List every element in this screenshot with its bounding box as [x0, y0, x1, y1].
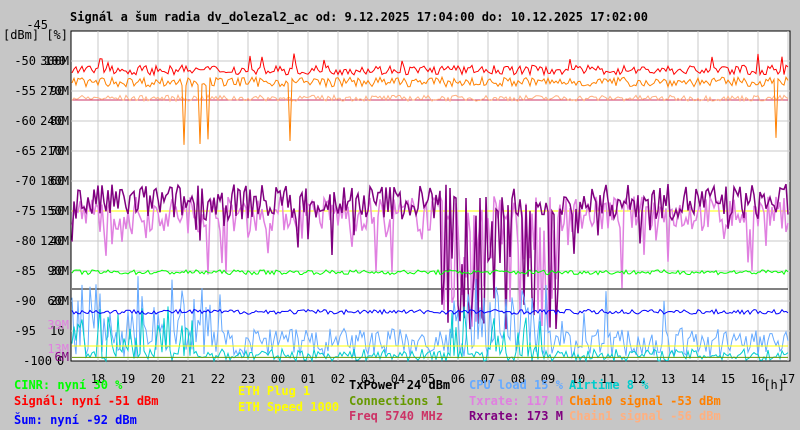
y-tick-rate: 270M — [40, 84, 69, 98]
x-tick-label: 22 — [211, 372, 225, 386]
legend-item: Txrate: 117 M — [469, 394, 563, 408]
x-tick-label: 20 — [151, 372, 165, 386]
legend-item: Šum: nyní -92 dBm — [14, 413, 137, 427]
legend-item: Airtime 8 % — [569, 378, 649, 392]
legend-item: TxPower 24 dBm — [349, 378, 451, 392]
y-tick-dbm: -65 — [14, 144, 36, 158]
legend-item: CINR: nyní 30 % — [14, 378, 123, 392]
y-tick-dbm: -55 — [14, 84, 36, 98]
y-tick-dbm: -70 — [14, 174, 36, 188]
legend-item: Rxrate: 173 M — [469, 409, 563, 423]
y-tick-rate: 180M — [40, 174, 69, 188]
y-tick-rate: 150M — [40, 204, 69, 218]
y-tick-rate-extra: 6M — [55, 350, 69, 364]
y-tick-dbm: -95 — [14, 324, 36, 338]
y-tick-dbm: -75 — [14, 204, 36, 218]
y-tick-dbm: -50 — [14, 54, 36, 68]
legend-item: Chain0 signal -53 dBm — [569, 394, 721, 408]
x-tick-label: 13 — [661, 372, 675, 386]
y-tick-rate: 60M — [47, 294, 69, 308]
y-tick-rate: 240M — [40, 114, 69, 128]
x-tick-label: 02 — [331, 372, 345, 386]
chart-window: Signál a šum radia dv_dolezal2_ac od: 9.… — [0, 0, 800, 430]
legend-item: ETH Speed 1000 — [238, 400, 340, 414]
y-tick-rate: 90M — [47, 264, 69, 278]
x-tick-label: 21 — [181, 372, 195, 386]
y-tick-rate: 120M — [40, 234, 69, 248]
legend-item: Signál: nyní -51 dBm — [14, 394, 159, 408]
legend-item: Freq 5740 MHz — [349, 409, 443, 423]
y-tick-rate: 300M — [40, 54, 69, 68]
legend-item: ETH Plug 1 — [238, 384, 311, 398]
y-tick-rate-extra: 39M — [47, 318, 69, 332]
x-axis-label: [h] — [763, 378, 785, 392]
y-tick-dbm: -90 — [14, 294, 36, 308]
x-tick-label: 06 — [451, 372, 465, 386]
y-axis-label: [dBm] [%] — [3, 28, 68, 42]
x-tick-label: 14 — [691, 372, 705, 386]
legend-item: Chain1 signal -56 dBm — [569, 409, 721, 423]
y-tick-rate: 210M — [40, 144, 69, 158]
y-tick-dbm: -85 — [14, 264, 36, 278]
chart-svg: 18 19 20 21 22 23 00 01 02 03 04 05 06 07 08 09 10 11 12 13… — [3, 18, 795, 392]
y-tick-dbm: -80 — [14, 234, 36, 248]
x-tick-label: 19 — [121, 372, 135, 386]
x-tick-label: 15 — [721, 372, 735, 386]
legend-item: Connections 1 — [349, 394, 443, 408]
y-tick-dbm: -60 — [14, 114, 36, 128]
y-tick-dbm: -100 — [23, 354, 52, 368]
legend-item: CPU load 15 % — [469, 378, 563, 392]
